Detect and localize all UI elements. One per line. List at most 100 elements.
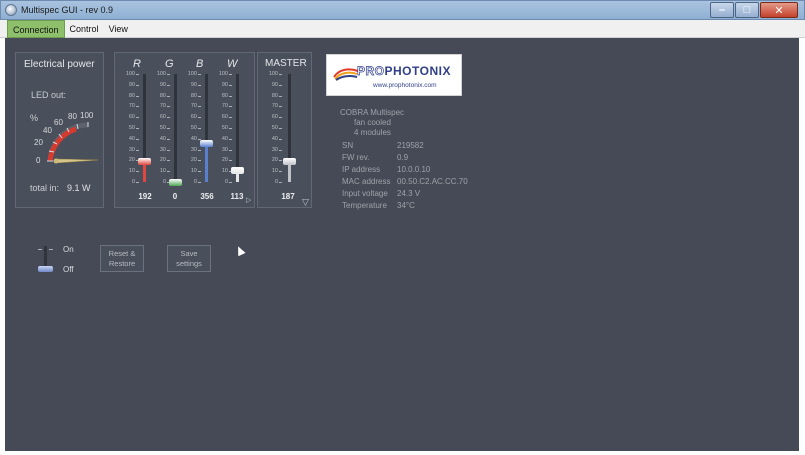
scale-tick-mark <box>229 106 232 108</box>
save-settings-button[interactable]: Save settings <box>167 245 211 272</box>
total-in-value: 9.1 W <box>67 183 91 193</box>
close-icon: ✕ <box>774 4 784 17</box>
percent-label: % <box>30 113 39 123</box>
scale-tick-label: 0 <box>131 179 135 185</box>
slider-w[interactable] <box>231 74 244 182</box>
scale-tick-label: 100 <box>268 71 278 77</box>
device-modules: 4 modules <box>354 128 391 137</box>
logo-swoosh-icon <box>333 68 359 81</box>
scale-tick-mark <box>198 171 201 173</box>
channel-value-g: 0 <box>172 192 178 201</box>
master-dropdown-icon[interactable]: ▽ <box>302 197 309 208</box>
slider-knob[interactable] <box>138 158 151 166</box>
slider-b[interactable] <box>200 74 213 182</box>
scale-tick-mark <box>136 84 139 86</box>
info-val-ip: 10.0.0.10 <box>397 165 431 174</box>
scale-tick-mark <box>167 138 170 140</box>
scale-tick-label: 40 <box>159 135 166 142</box>
scale-tick-mark <box>229 84 232 86</box>
info-key-ip: IP address <box>342 165 381 174</box>
scale-tick-mark <box>136 138 139 140</box>
led-out-label: LED out: <box>31 90 67 100</box>
slider-g[interactable] <box>169 74 182 186</box>
menu-view[interactable]: View <box>104 20 133 38</box>
scale-tick-mark <box>229 117 232 119</box>
switch-knob[interactable] <box>38 266 53 272</box>
scale-tick-mark <box>229 182 232 183</box>
scale-tick-label: 0 <box>193 179 197 185</box>
close-button[interactable]: ✕ <box>760 2 798 18</box>
scale-tick-label: 50 <box>190 125 197 131</box>
scale-tick-label: 90 <box>271 81 278 88</box>
title-bar: Multispec GUI - rev 0.9 – □ ✕ <box>0 0 805 20</box>
maximize-icon: □ <box>743 4 751 16</box>
scale-tick-mark <box>136 74 139 75</box>
scale-tick-mark <box>279 95 282 97</box>
slider-knob[interactable] <box>283 158 296 166</box>
switch-tick-top-right <box>49 249 53 250</box>
switch-tick-top <box>38 249 42 250</box>
scale-tick-mark <box>229 95 232 97</box>
channel-label-b: B <box>196 58 204 70</box>
scale-b: 100 90 80 70 60 50 40 30 20 10 0 <box>179 71 205 189</box>
scale-tick-mark <box>136 95 139 97</box>
scale-tick-label: 20 <box>271 157 278 164</box>
scale-tick-mark <box>229 128 232 129</box>
slider-knob[interactable] <box>169 179 182 186</box>
scale-tick-label: 50 <box>221 125 228 131</box>
scale-tick-mark <box>136 149 139 151</box>
slider-knob[interactable] <box>231 167 244 175</box>
scale-tick-label: 60 <box>190 114 197 121</box>
scale-tick-label: 90 <box>159 81 166 88</box>
switch-off-label: Off <box>63 265 74 274</box>
maximize-button[interactable]: □ <box>735 2 759 18</box>
scale-r: 100 90 80 70 60 50 40 30 20 10 0 <box>117 71 143 189</box>
menu-control[interactable]: Control <box>65 20 104 38</box>
electrical-power-panel: Electrical power LED out: % 0 20 40 60 8… <box>15 52 104 208</box>
scale-tick-mark <box>279 117 282 119</box>
scale-tick-label: 100 <box>156 71 166 77</box>
scale-tick-label: 60 <box>221 114 228 121</box>
scale-tick-label: 10 <box>221 168 228 175</box>
menu-connection[interactable]: Connection <box>7 20 65 38</box>
scale-tick-mark <box>136 117 139 119</box>
logo-photonix: PHOTONIX <box>384 64 451 78</box>
reset-restore-button[interactable]: Reset & Restore <box>100 245 144 272</box>
switch-on-label: On <box>63 245 74 254</box>
channel-label-w: W <box>227 58 238 70</box>
scale-tick-label: 70 <box>221 103 228 110</box>
scale-tick-label: 50 <box>128 125 135 131</box>
app-icon <box>5 4 17 16</box>
scale-tick-mark <box>136 128 139 129</box>
expand-triangle-icon[interactable]: ▷ <box>246 196 251 204</box>
logo-url: www.prophotonix.com <box>373 82 437 89</box>
window-controls: – □ ✕ <box>710 2 798 18</box>
scale-master: 100 90 80 70 60 50 40 30 20 10 0 <box>260 71 286 189</box>
slider-master[interactable] <box>283 74 296 182</box>
scale-tick-mark <box>198 106 201 108</box>
scale-tick-label: 10 <box>271 168 278 175</box>
slider-knob[interactable] <box>200 140 213 148</box>
scale-tick-mark <box>279 128 282 129</box>
info-val-temperature: 34°C <box>397 201 415 210</box>
master-panel: MASTER 100 90 80 70 60 50 40 30 20 10 0 187 ▽ <box>257 52 312 208</box>
gauge-tick-20: 20 <box>34 138 43 147</box>
prophotonix-logo: PROPHOTONIX www.prophotonix.com <box>326 54 462 96</box>
master-label: MASTER <box>265 58 307 69</box>
scale-tick-mark <box>279 106 282 108</box>
scale-tick-label: 30 <box>159 146 166 153</box>
minimize-icon: – <box>718 4 726 16</box>
scale-tick-label: 80 <box>271 92 278 99</box>
minimize-button[interactable]: – <box>710 2 734 18</box>
total-in-label: total in: <box>30 183 60 193</box>
power-title: Electrical power <box>24 59 95 70</box>
scale-tick-mark <box>279 171 282 173</box>
slider-r[interactable] <box>138 74 151 182</box>
mouse-cursor-icon <box>234 244 246 257</box>
scale-tick-mark <box>167 149 170 151</box>
master-value: 187 <box>281 192 295 201</box>
logo-wordmark: PROPHOTONIX <box>357 64 451 79</box>
scale-tick-label: 80 <box>128 92 135 99</box>
power-switch[interactable]: On Off <box>35 245 85 275</box>
scale-tick-mark <box>136 171 139 173</box>
